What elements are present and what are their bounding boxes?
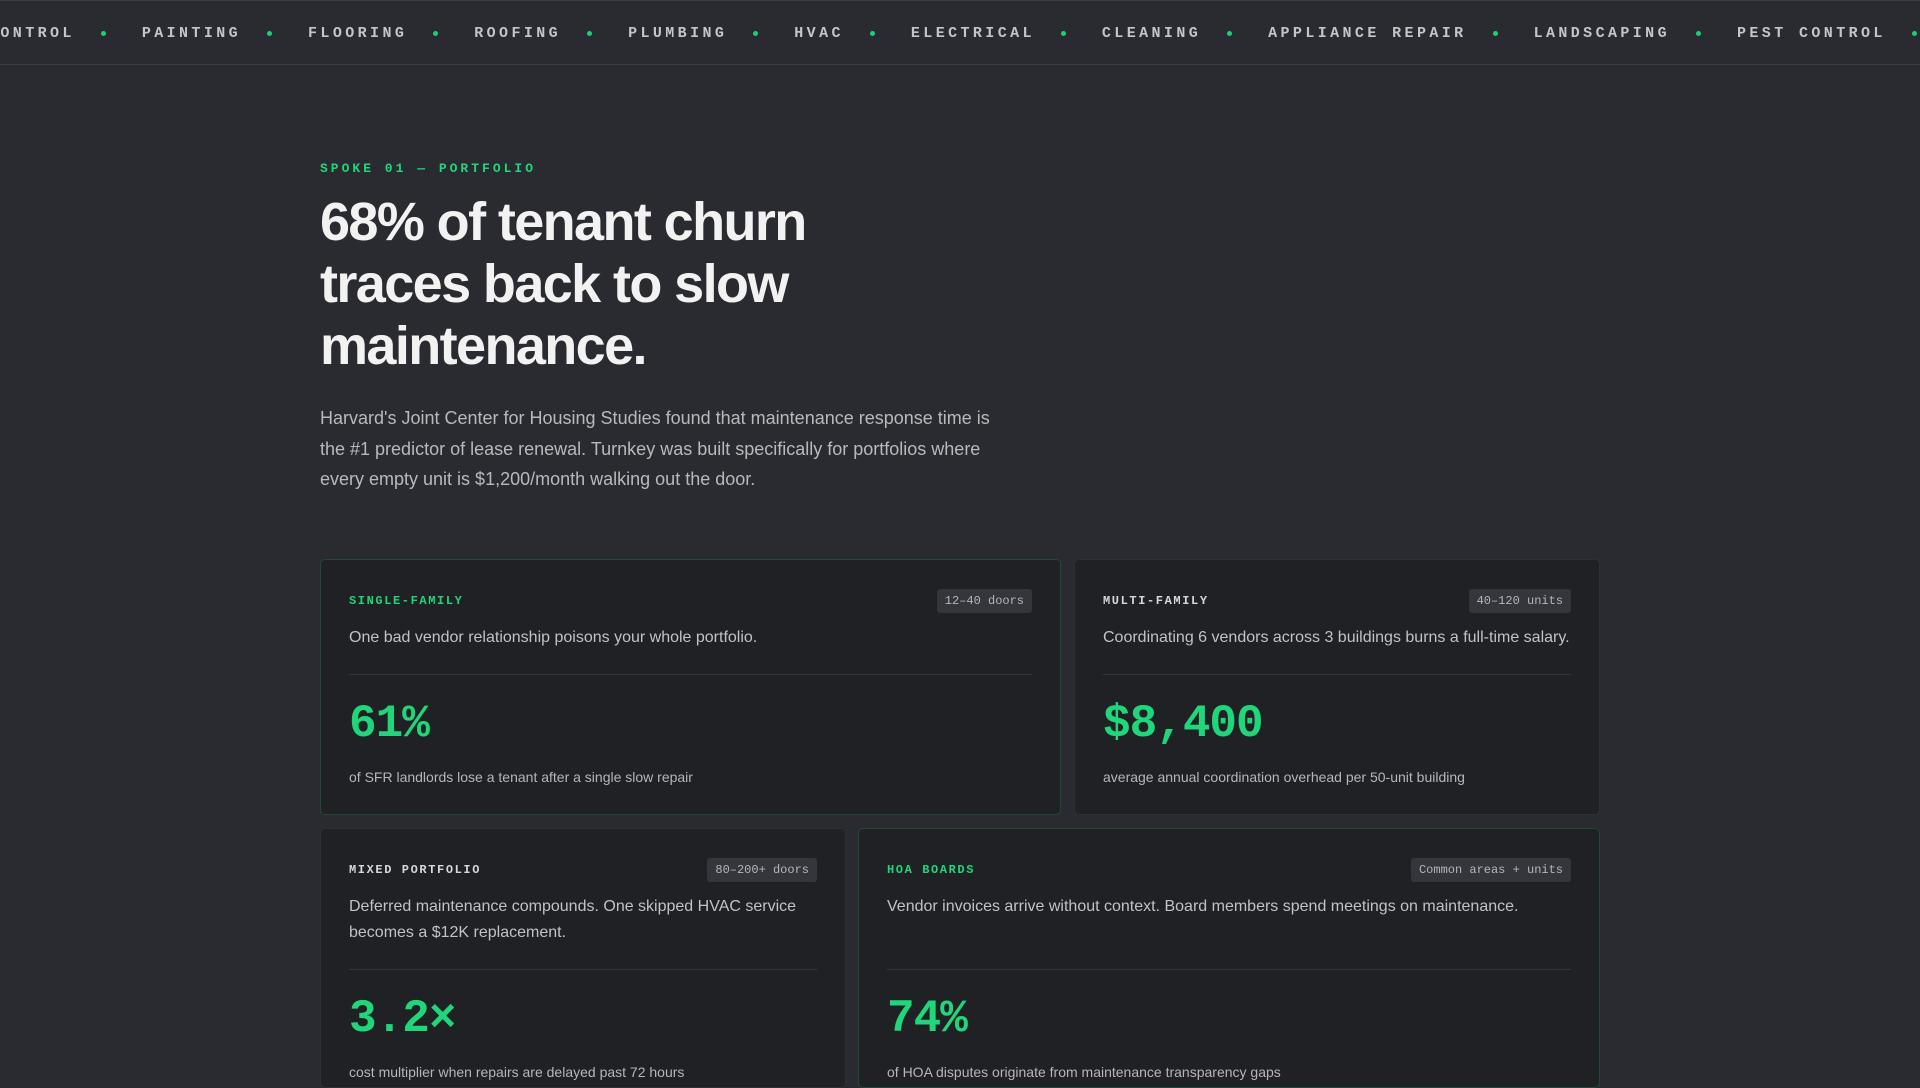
card-hoa-boards[interactable]: HOA BOARDS Common areas + units Vendor i… [858,828,1600,1088]
ticker-item[interactable]: CONTROL [0,25,142,42]
card-label: MULTI-FAMILY [1103,594,1209,608]
ticker-item[interactable]: ELECTRICAL [911,25,1102,42]
card-single-family[interactable]: SINGLE-FAMILY 12–40 doors One bad vendor… [320,559,1061,815]
card-divider [887,969,1571,970]
card-divider [349,674,1032,675]
section-eyebrow: SPOKE 01 — PORTFOLIO [320,161,537,176]
dot-separator-icon [753,31,759,36]
size-badge: 12–40 doors [936,589,1032,613]
dot-separator-icon [1227,31,1233,36]
card-description: One bad vendor relationship poisons your… [349,629,758,646]
card-stat-note: of SFR landlords lose a tenant after a s… [349,769,693,785]
ticker-item[interactable]: PEST CONTROL [1737,25,1920,42]
size-badge: Common areas + units [1410,858,1571,882]
hero-section: SPOKE 01 — PORTFOLIO 68% of tenant churn… [320,161,1020,495]
dot-separator-icon [1060,31,1066,36]
card-header: HOA BOARDS Common areas + units [887,858,1571,882]
dot-separator-icon [1911,31,1917,36]
dot-separator-icon [433,31,439,36]
card-header: SINGLE-FAMILY 12–40 doors [349,589,1032,613]
ticker-item-label: CONTROL [0,25,75,42]
size-badge: 80–200+ doors [707,858,817,882]
ticker-item-label: PEST CONTROL [1736,25,1886,42]
ticker-item-label: HVAC [794,25,844,42]
dot-separator-icon [100,31,106,36]
card-stat: 61% [349,698,430,750]
card-divider [349,969,817,970]
card-header: MIXED PORTFOLIO 80–200+ doors [349,858,817,882]
ticker-item-label: PAINTING [141,25,242,42]
dot-separator-icon [587,31,593,36]
dot-separator-icon [1492,31,1498,36]
card-stat: $8,400 [1103,698,1264,750]
ticker-item[interactable]: FLOORING [308,25,474,42]
ticker-item-label: APPLIANCE REPAIR [1268,25,1467,42]
size-badge: 40–120 units [1468,589,1571,613]
card-label: SINGLE-FAMILY [349,594,464,608]
ticker-item[interactable]: CLEANING [1102,25,1268,42]
card-header: MULTI-FAMILY 40–120 units [1103,589,1571,613]
ticker-item[interactable]: PAINTING [142,25,308,42]
card-description: Coordinating 6 vendors across 3 building… [1103,629,1570,646]
card-divider [1103,674,1571,675]
ticker-item[interactable]: LANDSCAPING [1534,25,1737,42]
dot-separator-icon [869,31,875,36]
card-stat-note: cost multiplier when repairs are delayed… [349,1064,685,1080]
hero-lede: Harvard's Joint Center for Housing Studi… [320,408,990,489]
card-label: HOA BOARDS [887,863,976,877]
ticker-item-label: CLEANING [1101,25,1202,42]
card-stat-note: average annual coordination overhead per… [1103,769,1465,785]
ticker-item[interactable]: ROOFING [474,25,628,42]
ticker-track: CONTROL PAINTING FLOORING ROOFING PLUMBI… [0,1,1920,64]
service-ticker: CONTROL PAINTING FLOORING ROOFING PLUMBI… [0,0,1920,65]
ticker-item-label: ROOFING [474,25,562,42]
dot-separator-icon [267,31,273,36]
card-description: Deferred maintenance compounds. One skip… [349,898,797,941]
ticker-item[interactable]: APPLIANCE REPAIR [1268,25,1533,42]
ticker-item-label: ELECTRICAL [910,25,1035,42]
ticker-item-label: LANDSCAPING [1533,25,1670,42]
ticker-item[interactable]: PLUMBING [628,25,794,42]
ticker-item-label: PLUMBING [628,25,728,42]
card-description: Vendor invoices arrive without context. … [887,898,1519,915]
ticker-item-label: FLOORING [308,25,408,42]
card-stat: 3.2× [349,993,456,1045]
card-stat-note: of HOA disputes originate from maintenan… [887,1064,1281,1080]
card-label: MIXED PORTFOLIO [349,863,482,877]
dot-separator-icon [1695,31,1701,36]
card-stat: 74% [887,993,968,1045]
page-headline: 68% of tenant churn traces back to slow … [320,192,807,376]
card-multi-family[interactable]: MULTI-FAMILY 40–120 units Coordinating 6… [1074,559,1600,815]
card-mixed-portfolio[interactable]: MIXED PORTFOLIO 80–200+ doors Deferred m… [320,828,846,1088]
ticker-item[interactable]: HVAC [794,25,911,42]
